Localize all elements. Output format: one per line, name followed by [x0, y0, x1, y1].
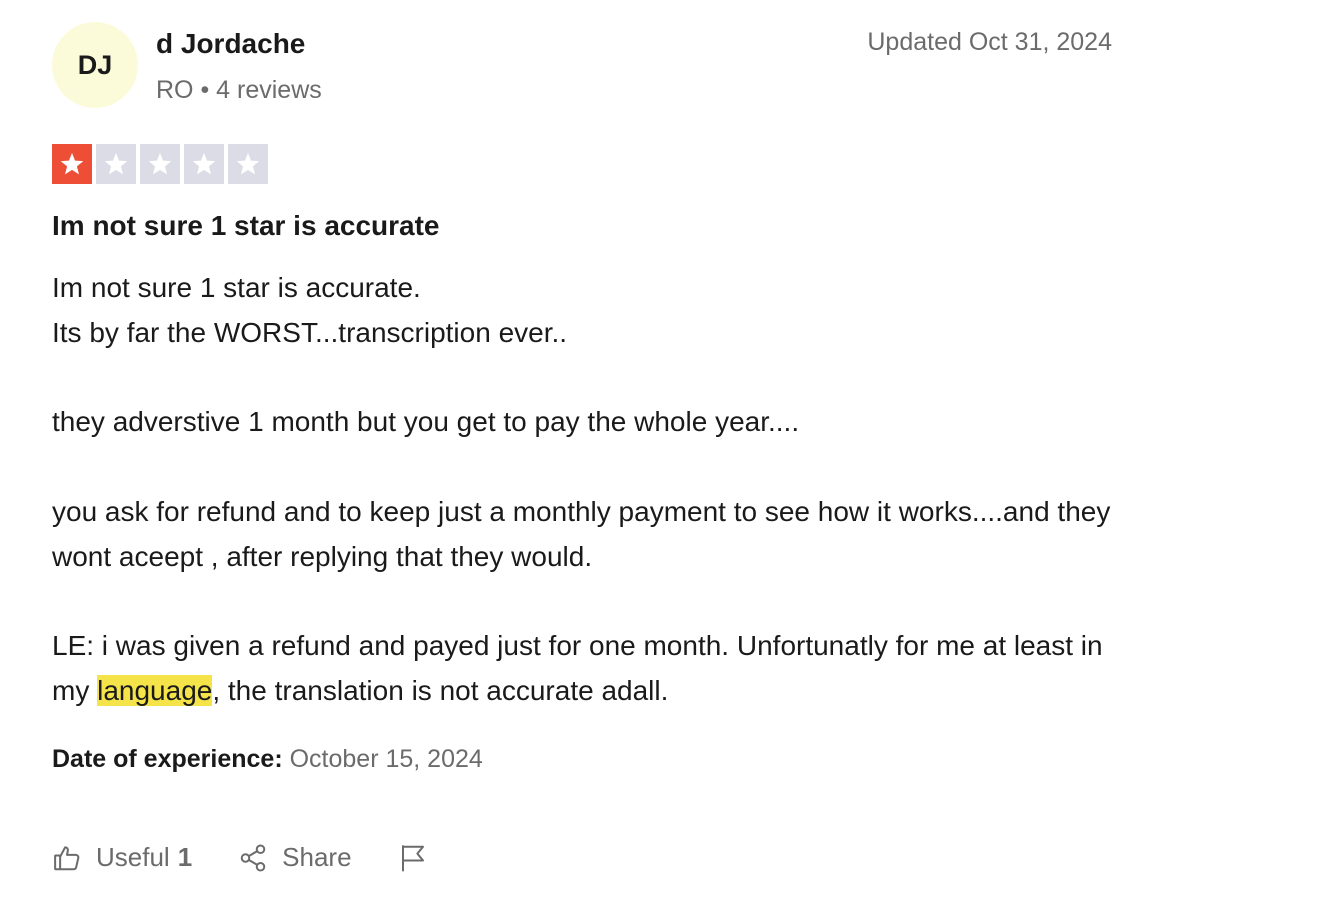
- review-body: Im not sure 1 star is accurate. Its by f…: [52, 266, 1112, 714]
- review-header: DJ d Jordache RO • 4 reviews Updated Oct…: [52, 20, 1112, 110]
- share-label: Share: [282, 842, 352, 872]
- reviewer-name[interactable]: d Jordache: [156, 28, 305, 60]
- star-icon: [60, 152, 84, 175]
- star-1: [52, 144, 92, 184]
- review-text-paragraph: LE: i was given a refund and payed just …: [52, 624, 1112, 714]
- star-2: [96, 144, 136, 184]
- star-icon: [104, 152, 128, 175]
- reviewer-meta: RO • 4 reviews: [156, 76, 322, 105]
- review-text-line: Im not sure 1 star is accurate.: [52, 272, 421, 303]
- review-card: DJ d Jordache RO • 4 reviews Updated Oct…: [52, 20, 1112, 872]
- review-text-line: Its by far the WORST...transcription eve…: [52, 316, 568, 348]
- star-icon: [236, 152, 260, 175]
- date-of-experience-value: October 15, 2024: [289, 745, 483, 773]
- avatar[interactable]: DJ: [52, 22, 138, 108]
- star-3: [140, 144, 180, 184]
- star-icon: [148, 152, 172, 175]
- date-of-experience: Date of experience: October 15, 2024: [52, 745, 483, 774]
- date-of-experience-label: Date of experience:: [52, 745, 283, 773]
- star-4: [184, 144, 224, 184]
- star-rating: [52, 144, 268, 184]
- star-5: [228, 144, 268, 184]
- meta-separator: •: [200, 76, 217, 104]
- reviewer-review-count: 4 reviews: [216, 76, 322, 104]
- updated-date: Updated Oct 31, 2024: [867, 28, 1112, 56]
- share-icon: [240, 844, 266, 871]
- share-button[interactable]: Share: [238, 842, 352, 873]
- useful-count: 1: [177, 842, 193, 872]
- review-actions: Useful 1 Share: [52, 842, 488, 873]
- review-text-paragraph: you ask for refund and to keep just a mo…: [52, 495, 1111, 572]
- thumbs-up-icon: [54, 845, 80, 870]
- useful-button[interactable]: Useful 1: [52, 842, 192, 873]
- search-highlight: language: [97, 675, 213, 707]
- star-icon: [192, 152, 216, 175]
- review-title[interactable]: Im not sure 1 star is accurate: [52, 210, 440, 242]
- report-button[interactable]: [398, 843, 442, 873]
- reviewer-country: RO: [156, 76, 194, 104]
- useful-label: Useful: [96, 842, 170, 872]
- review-text-segment: , the translation is not accurate adall.: [212, 675, 669, 707]
- review-text-paragraph: they adverstive 1 month but you get to p…: [52, 406, 800, 438]
- flag-icon: [401, 844, 424, 871]
